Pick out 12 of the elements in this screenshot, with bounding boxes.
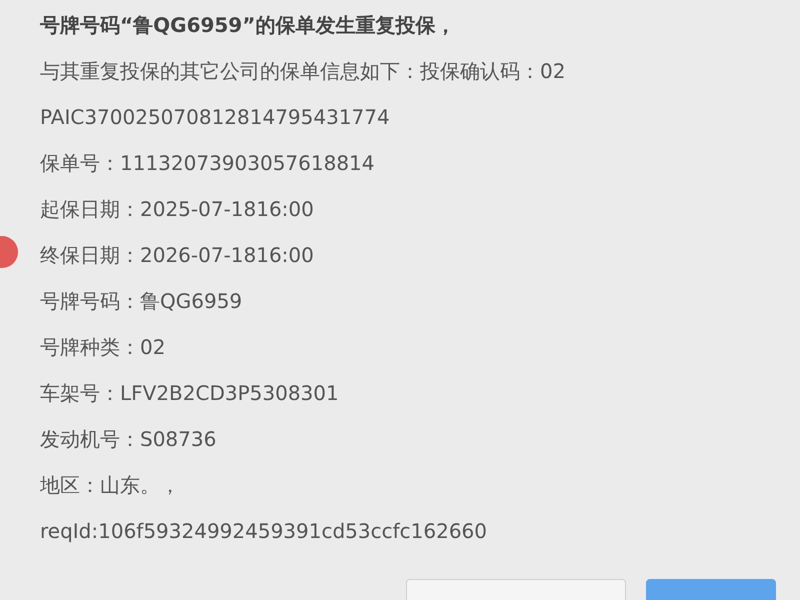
message-line: 终保日期：2026-07-1816:00	[40, 242, 315, 269]
message-line: reqId:106f59324992459391cd53ccfc162660	[40, 518, 488, 545]
message-line: 发动机号：S08736	[40, 426, 218, 453]
message-line: PAIC370025070812814795431774	[40, 104, 391, 131]
message-line: 起保日期：2025-07-1816:00	[40, 196, 315, 223]
message-line: 号牌号码：鲁QG6959	[40, 288, 244, 315]
message-line: 车架号：LFV2B2CD3P5308301	[40, 380, 340, 407]
message-line: 与其重复投保的其它公司的保单信息如下：投保确认码：02	[40, 58, 566, 85]
message-line: 保单号：11132073903057618814	[40, 150, 376, 177]
dialog-title: 号牌号码“鲁QG6959”的保单发生重复投保，	[40, 12, 456, 39]
message-line: 地区：山东。，	[40, 472, 181, 499]
message-line: 号牌种类：02	[40, 334, 166, 361]
